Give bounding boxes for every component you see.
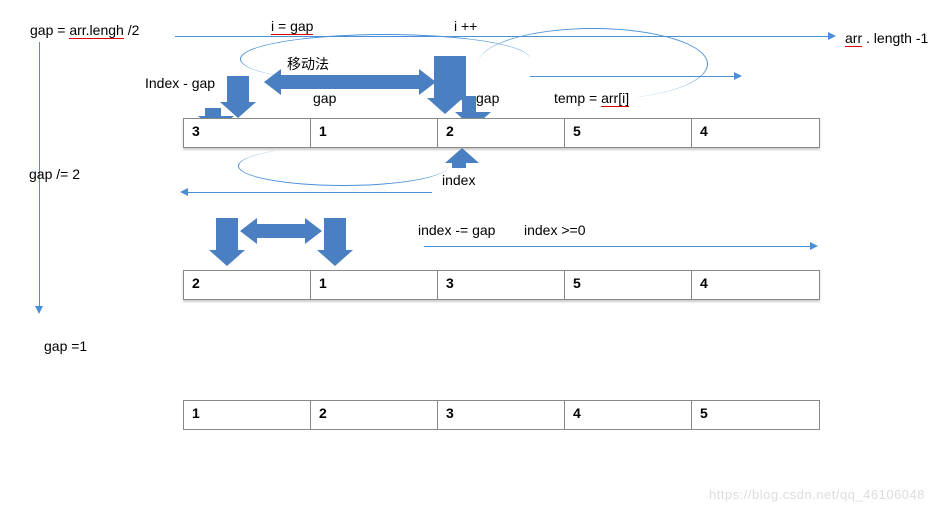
thick-arrow-bi-1	[280, 75, 420, 89]
thick-arrow-down-2	[462, 96, 476, 114]
cell: 4	[565, 401, 692, 429]
thick-arrow-down-1	[227, 76, 249, 104]
cell: 1	[184, 401, 311, 429]
i-eq-gap-label: i = gap	[271, 18, 313, 35]
index-label: index	[442, 172, 475, 188]
cell: 1	[311, 119, 438, 147]
wire-curve-under	[238, 146, 448, 186]
arr-length-minus-1-label: arr . length -1	[845, 30, 928, 46]
cell: 3	[184, 119, 311, 147]
array-row-1: 3 1 2 5 4	[183, 118, 820, 148]
thick-arrow-up-index	[452, 162, 466, 168]
thick-arrow-down-4	[324, 218, 346, 252]
gap-label-1: gap	[313, 90, 336, 106]
index-minus-gap-label: Index - gap	[145, 75, 215, 91]
cell: 2	[311, 401, 438, 429]
gap-label-2: gap	[476, 90, 499, 106]
arrow-right-top	[175, 36, 834, 37]
text: gap =	[30, 22, 69, 38]
cell: 3	[438, 271, 565, 299]
index-decrement-label: index -= gap	[418, 222, 495, 238]
thick-arrow-down-small	[205, 108, 221, 118]
cell: 3	[438, 401, 565, 429]
text: arr	[845, 30, 862, 47]
wire-curve-right	[478, 28, 708, 100]
cell: 5	[692, 401, 819, 429]
cell: 4	[692, 119, 819, 147]
thick-arrow-down-3	[216, 218, 238, 252]
arrow-right-temp	[530, 76, 740, 77]
gap-div-2-label: gap /= 2	[29, 166, 80, 182]
cell: 1	[311, 271, 438, 299]
text: /2	[124, 22, 140, 38]
arrow-left-under	[182, 192, 432, 193]
text: arr.lengh	[69, 22, 123, 39]
text: . length -1	[862, 30, 928, 46]
array-row-2: 2 1 3 5 4	[183, 270, 820, 300]
cell: 5	[565, 119, 692, 147]
watermark: https://blog.csdn.net/qq_46106048	[709, 487, 925, 502]
gap-init-label: gap = arr.lengh /2	[30, 22, 139, 38]
gap-eq-1-label: gap =1	[44, 338, 87, 354]
cell: 2	[438, 119, 565, 147]
thick-arrow-bi-2	[256, 224, 306, 238]
i-plus-plus-label: i ++	[454, 18, 477, 34]
array-row-3: 1 2 3 4 5	[183, 400, 820, 430]
thick-arrow-down-big	[434, 56, 466, 100]
cell: 4	[692, 271, 819, 299]
cell: 2	[184, 271, 311, 299]
cell: 5	[565, 271, 692, 299]
index-ge-zero-label: index >=0	[524, 222, 586, 238]
arrow-right-cond	[424, 246, 816, 247]
